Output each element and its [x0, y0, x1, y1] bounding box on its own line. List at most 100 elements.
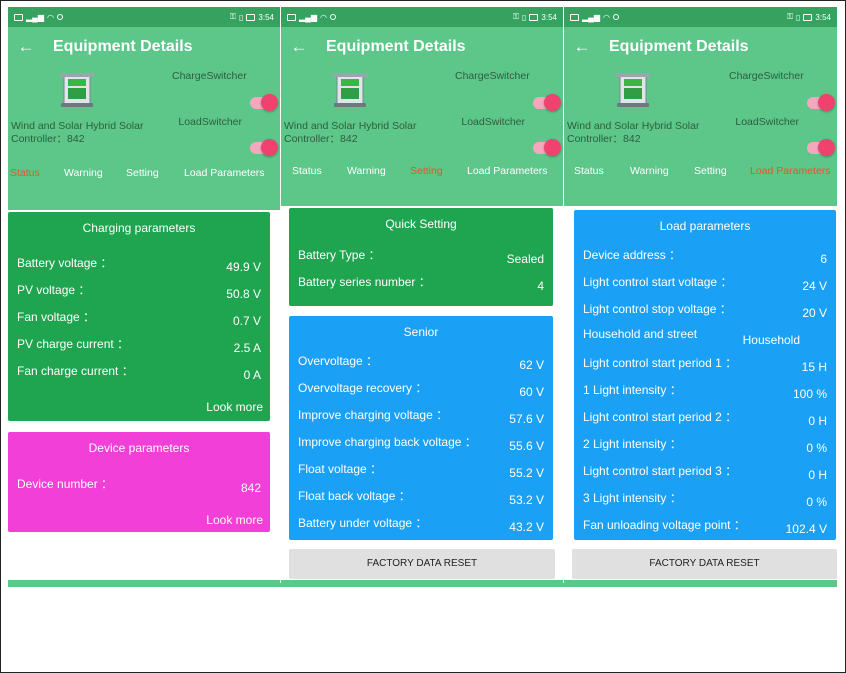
vibrate-icon: ▯ — [796, 12, 801, 22]
list-item[interactable]: Light control start period 3 ： 0 H — [583, 462, 827, 482]
app-bar: ← Equipment Details — [8, 27, 280, 67]
tab-setting[interactable]: Setting — [410, 165, 467, 177]
charge-switch-label: ChargeSwitcher — [729, 70, 804, 82]
tab-status[interactable]: Status — [292, 165, 347, 177]
list-item[interactable]: Household and street Household — [583, 327, 827, 347]
notification-icon — [329, 14, 336, 20]
list-item[interactable]: Float back voltage ： 53.2 V — [298, 487, 544, 507]
card-title: Charging parameters — [82, 221, 196, 235]
tab-warning[interactable]: Warning — [347, 165, 410, 177]
phone-screen-load-parameters: ▂▄▆ ◠ ⚿ ▯ 3:54 ← Equipment Details Wind … — [564, 7, 837, 587]
list-item: Fan voltage ： 0.7 V — [17, 310, 261, 328]
charge-switch-toggle[interactable] — [250, 94, 278, 111]
signal-icon: ▂▄▆ — [299, 12, 317, 22]
tab-status[interactable]: Status — [10, 167, 64, 179]
device-name: Wind and Solar Hybrid Solar Controller：8… — [11, 120, 144, 145]
list-item[interactable]: Float voltage ： 55.2 V — [298, 460, 544, 480]
tab-bar: Status Warning Setting Load Parameters — [8, 159, 280, 187]
list-item: Device number ： 842 — [17, 477, 261, 495]
tab-content: Load parameters Device address ： 6 Light … — [564, 206, 837, 580]
card-title: Device parameters — [88, 441, 190, 455]
wifi-icon: ◠ — [319, 12, 327, 22]
vibrate-icon: ▯ — [239, 12, 244, 22]
list-item[interactable]: Light control stop voltage ： 20 V — [583, 300, 827, 320]
battery-icon — [803, 13, 813, 21]
tab-warning[interactable]: Warning — [630, 165, 694, 177]
load-switch-toggle[interactable] — [533, 139, 561, 156]
list-item[interactable]: Overvoltage ： 62 V — [298, 352, 544, 372]
notification-icon — [612, 14, 619, 20]
solar-controller-icon — [616, 73, 650, 107]
list-item[interactable]: Battery under voltage ： 43.2 V — [298, 514, 544, 534]
list-item[interactable]: 1 Light intensity ： 100 % — [583, 381, 827, 401]
page-title: Equipment Details — [609, 38, 749, 55]
key-icon: ⚿ — [229, 12, 237, 21]
device-header: Wind and Solar Hybrid Solar Controller：8… — [8, 67, 280, 159]
tab-load-parameters[interactable]: Load Parameters — [184, 167, 265, 179]
phone-screen-setting: ▂▄▆ ◠ ⚿ ▯ 3:54 ← Equipment Details Wind … — [281, 7, 563, 587]
senior-card: Senior Overvoltage ： 62 V Overvoltage rec… — [289, 316, 553, 540]
tab-warning[interactable]: Warning — [64, 167, 126, 179]
status-time: 3:54 — [258, 12, 274, 22]
charge-switch-toggle[interactable] — [533, 94, 561, 111]
look-more-link[interactable]: Look more — [206, 513, 263, 527]
back-arrow-icon[interactable]: ← — [281, 37, 317, 57]
list-item[interactable]: Light control start period 1 ： 15 H — [583, 354, 827, 374]
list-item[interactable]: 3 Light intensity ： 0 % — [583, 489, 827, 509]
load-switch-toggle[interactable] — [250, 139, 278, 156]
factory-reset-button[interactable]: FACTORY DATA RESET — [572, 549, 837, 579]
solar-controller-icon — [60, 73, 94, 107]
look-more-link[interactable]: Look more — [206, 400, 263, 414]
tab-load-parameters[interactable]: Load Parameters — [467, 165, 548, 177]
list-item[interactable]: Improve charging voltage ： 57.6 V — [298, 406, 544, 426]
charge-switch-label: ChargeSwitcher — [172, 70, 247, 82]
load-switch-label: LoadSwitcher — [178, 116, 242, 128]
back-arrow-icon[interactable]: ← — [8, 37, 44, 57]
device-header: Wind and Solar Hybrid Solar Controller：8… — [564, 67, 837, 159]
load-switch-label: LoadSwitcher — [735, 116, 799, 128]
sim-icon — [14, 13, 23, 21]
sim-icon — [570, 13, 579, 21]
list-item[interactable]: Device address ： 6 — [583, 246, 827, 266]
load-switch-toggle[interactable] — [807, 139, 835, 156]
list-item: PV charge current ： 2.5 A — [17, 337, 261, 355]
list-item[interactable]: Overvoltage recovery ： 60 V — [298, 379, 544, 399]
list-item[interactable]: Light control start voltage ： 24 V — [583, 273, 827, 293]
list-item[interactable]: Fan unloading voltage point ： 102.4 V — [583, 516, 827, 536]
tab-bar: Status Warning Setting Load Parameters — [564, 157, 837, 185]
tab-content: Quick Setting Battery Type ： Sealed Batte… — [281, 206, 563, 580]
tab-bar: Status Warning Setting Load Parameters — [281, 157, 563, 185]
list-item[interactable]: Battery series number ： 4 — [298, 273, 544, 293]
vibrate-icon: ▯ — [522, 12, 527, 22]
page-title: Equipment Details — [326, 38, 466, 55]
status-time: 3:54 — [541, 12, 557, 22]
device-name: Wind and Solar Hybrid Solar Controller：8… — [567, 120, 700, 145]
tab-status[interactable]: Status — [574, 165, 630, 177]
sim-icon — [287, 13, 296, 21]
signal-icon: ▂▄▆ — [582, 12, 600, 22]
solar-controller-icon — [333, 73, 367, 107]
page-title: Equipment Details — [53, 38, 193, 55]
factory-reset-button[interactable]: FACTORY DATA RESET — [289, 549, 555, 579]
list-item[interactable]: Battery Type ： Sealed — [298, 246, 544, 266]
card-title: Senior — [403, 325, 439, 339]
load-switch-label: LoadSwitcher — [461, 116, 525, 128]
battery-icon — [246, 13, 256, 21]
list-item[interactable]: Improve charging back voltage ： 55.6 V — [298, 433, 544, 453]
list-item[interactable]: 2 Light intensity ： 0 % — [583, 435, 827, 455]
app-bar: ← Equipment Details — [564, 27, 837, 67]
key-icon: ⚿ — [786, 12, 794, 21]
charge-switch-label: ChargeSwitcher — [455, 70, 530, 82]
bottom-divider — [8, 583, 837, 587]
list-item[interactable]: Light control start period 2 ： 0 H — [583, 408, 827, 428]
tab-setting[interactable]: Setting — [694, 165, 750, 177]
load-parameters-card: Load parameters Device address ： 6 Light … — [574, 210, 836, 540]
tab-load-parameters[interactable]: Load Parameters — [750, 165, 831, 177]
notification-icon — [56, 14, 63, 20]
back-arrow-icon[interactable]: ← — [564, 37, 600, 57]
charge-switch-toggle[interactable] — [807, 94, 835, 111]
tab-setting[interactable]: Setting — [126, 167, 184, 179]
charging-parameters-card: Charging parameters Battery voltage ： 49.… — [8, 212, 270, 421]
device-name: Wind and Solar Hybrid Solar Controller：8… — [284, 120, 417, 145]
key-icon: ⚿ — [512, 12, 520, 21]
